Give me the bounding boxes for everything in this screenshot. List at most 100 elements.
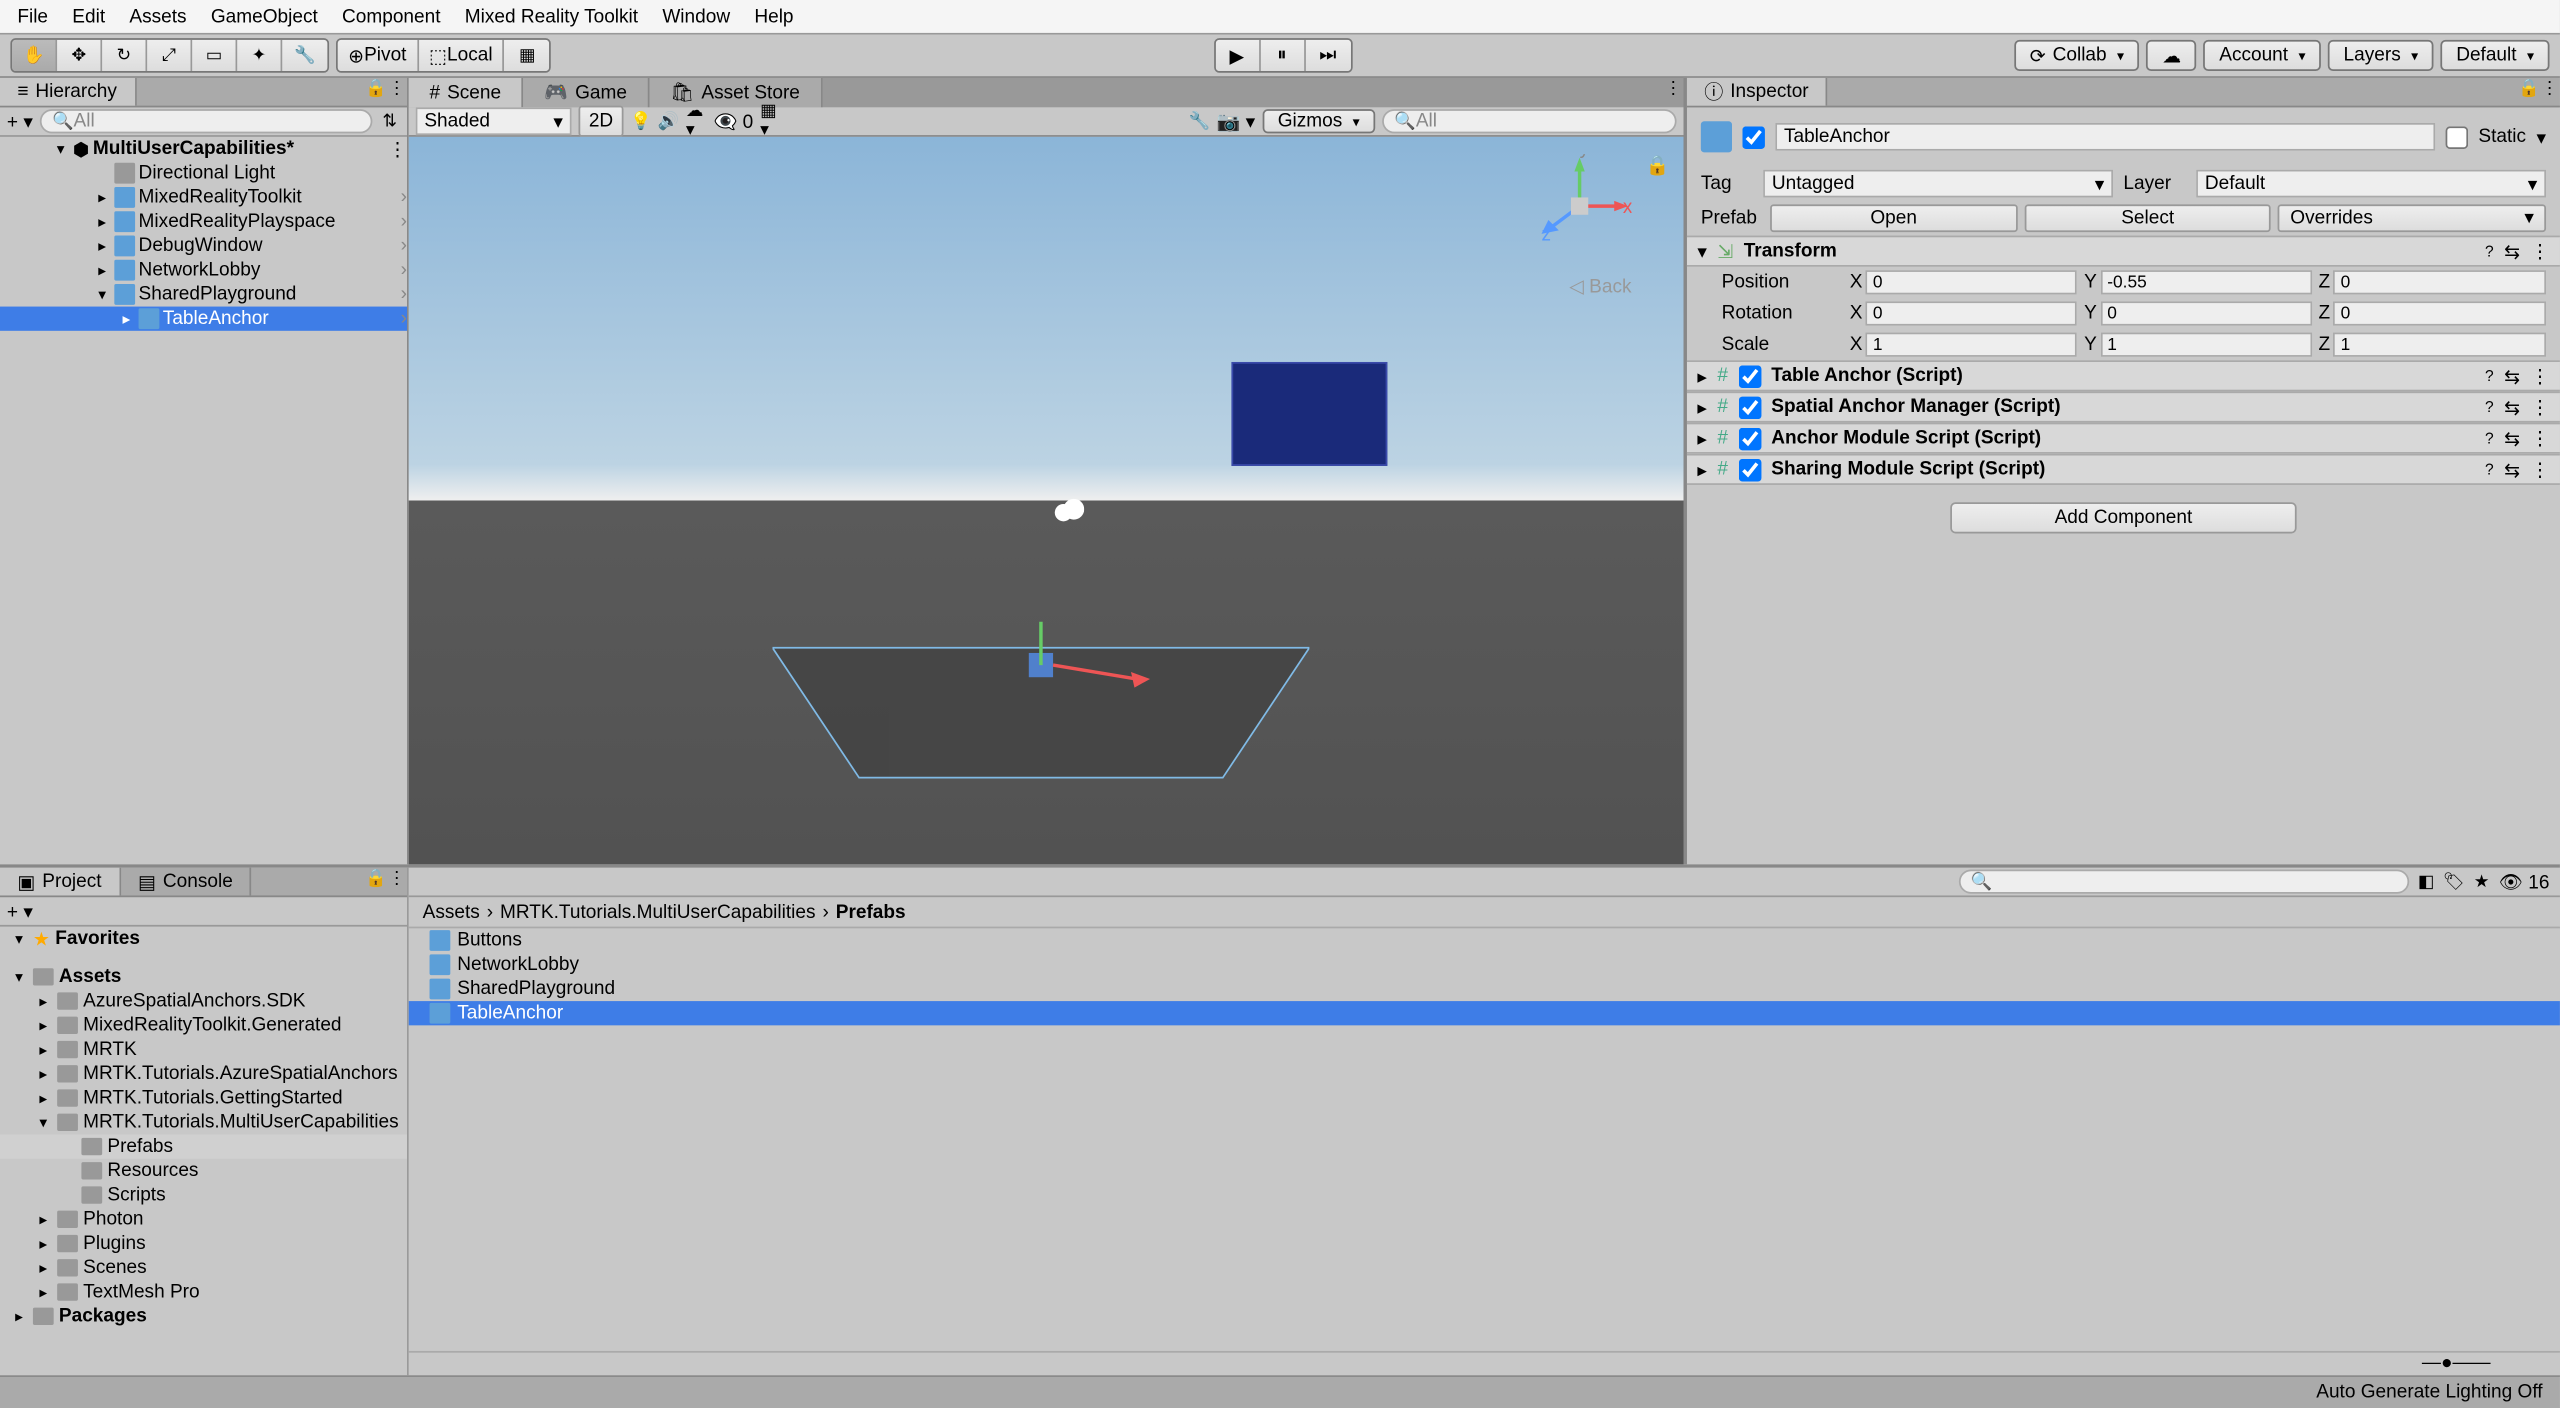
lock-icon[interactable]: 🔒 (365, 868, 386, 889)
local-button[interactable]: ⬚ Local (419, 40, 505, 71)
component-menu[interactable] (2530, 240, 2549, 263)
menu-edit[interactable]: Edit (62, 3, 116, 31)
component-enabled-checkbox[interactable] (1738, 365, 1761, 388)
position-z[interactable] (2334, 270, 2546, 294)
rotation-y[interactable] (2100, 301, 2311, 325)
hierarchy-item-tableanchor[interactable]: ▸TableAnchor› (0, 307, 407, 331)
preset-icon[interactable]: ⇆ (2504, 458, 2520, 481)
scene-search[interactable]: 🔍 All (1382, 109, 1676, 133)
2d-toggle[interactable]: 2D (578, 106, 623, 137)
component-sharing-module-script-script-[interactable]: ▸#Sharing Module Script (Script)⇆ (1687, 454, 2560, 485)
project-menu[interactable] (386, 868, 407, 889)
menu-gameobject[interactable]: GameObject (200, 3, 328, 31)
account-dropdown[interactable]: Account (2204, 40, 2321, 71)
breadcrumb-assets[interactable]: Assets (423, 902, 480, 923)
light-icon[interactable]: 💡 (630, 111, 651, 132)
prefab-overrides-dropdown[interactable]: Overrides▾ (2278, 204, 2546, 232)
project-tree-mrtk-tutorials-azurespatialanchors[interactable]: ▸MRTK.Tutorials.AzureSpatialAnchors (0, 1062, 407, 1086)
layers-dropdown[interactable]: Layers (2328, 40, 2434, 71)
scale-tool-button[interactable]: ⤢ (147, 40, 192, 71)
static-checkbox[interactable] (2446, 126, 2469, 149)
project-search[interactable]: 🔍 (1958, 869, 2408, 893)
layer-dropdown[interactable]: Default▾ (2196, 170, 2546, 198)
camera-dropdown[interactable]: 📷 ▾ (1217, 110, 1256, 133)
orientation-gizmo[interactable]: y x z (1528, 154, 1632, 258)
tag-dropdown[interactable]: Untagged▾ (1763, 170, 2113, 198)
project-tree-resources[interactable]: Resources (0, 1159, 407, 1183)
active-checkbox[interactable] (1742, 126, 1765, 149)
layout-dropdown[interactable]: Default (2441, 40, 2550, 71)
prefab-select-button[interactable]: Select (2024, 204, 2271, 232)
transform-tool-button[interactable]: ✦ (237, 40, 282, 71)
component-table-anchor-script-[interactable]: ▸#Table Anchor (Script)⇆ (1687, 360, 2560, 391)
hierarchy-scene-root[interactable]: ▾⬢ MultiUserCapabilities* (0, 137, 407, 161)
custom-tool-button[interactable]: 🔧 (282, 40, 327, 71)
project-tree-textmesh-pro[interactable]: ▸TextMesh Pro (0, 1280, 407, 1304)
component-enabled-checkbox[interactable] (1738, 427, 1761, 450)
menu-mrtk[interactable]: Mixed Reality Toolkit (454, 3, 648, 31)
cloud-button[interactable]: ☁ (2146, 40, 2196, 71)
prefab-open-button[interactable]: Open (1770, 204, 2017, 232)
gizmos-dropdown[interactable]: Gizmos (1262, 109, 1375, 133)
move-tool-button[interactable]: ✥ (57, 40, 102, 71)
fx-icon[interactable]: ☁ ▾ (686, 111, 707, 132)
hierarchy-item-directional-light[interactable]: Directional Light (0, 161, 407, 185)
inspector-menu[interactable] (2539, 78, 2560, 99)
component-enabled-checkbox[interactable] (1738, 396, 1761, 419)
scale-z[interactable] (2334, 333, 2546, 357)
component-menu[interactable] (2530, 365, 2549, 388)
project-tree-packages[interactable]: ▸Packages (0, 1304, 407, 1328)
project-tree-mrtk-tutorials-multiusercapabilities[interactable]: ▾MRTK.Tutorials.MultiUserCapabilities (0, 1110, 407, 1134)
slider-handle[interactable]: —●—— (2422, 1353, 2491, 1376)
hierarchy-tab[interactable]: ≡Hierarchy (0, 78, 136, 106)
project-tree-scenes[interactable]: ▸Scenes (0, 1256, 407, 1280)
scale-y[interactable] (2100, 333, 2311, 357)
hidden-objects[interactable]: 👁‍🗨 0 (714, 110, 754, 133)
tab-game[interactable]: 🎮Game (524, 78, 650, 107)
menu-component[interactable]: Component (332, 3, 451, 31)
project-tree-azurespatialanchors-sdk[interactable]: ▸AzureSpatialAnchors.SDK (0, 989, 407, 1013)
back-button[interactable]: ◁ Back (1569, 275, 1631, 298)
scene-menu-icon[interactable] (388, 138, 407, 161)
label-icon[interactable]: 🏷 (2443, 871, 2464, 892)
component-menu[interactable] (2530, 458, 2549, 481)
create-dropdown[interactable]: + ▾ (7, 110, 33, 133)
project-tree-prefabs[interactable]: Prefabs (0, 1134, 407, 1158)
breadcrumb-folder[interactable]: MRTK.Tutorials.MultiUserCapabilities (500, 902, 816, 923)
component-menu[interactable] (2530, 396, 2549, 419)
asset-buttons[interactable]: Buttons (409, 928, 2560, 952)
star-filter-icon[interactable]: ★ (2471, 871, 2492, 892)
preset-icon[interactable]: ⇆ (2504, 396, 2520, 419)
pause-button[interactable]: ⏸ (1260, 40, 1305, 71)
help-icon[interactable] (2485, 459, 2494, 480)
hierarchy-item-networklobby[interactable]: ▸NetworkLobby› (0, 258, 407, 282)
lighting-status[interactable]: Auto Generate Lighting Off (2316, 1382, 2542, 1403)
panel-menu-button[interactable] (386, 78, 407, 99)
inspector-tab[interactable]: ⓘInspector (1687, 78, 1828, 106)
asset-sharedplayground[interactable]: SharedPlayground (409, 977, 2560, 1001)
step-button[interactable]: ⏭ (1305, 40, 1350, 71)
add-component-button[interactable]: Add Component (1950, 502, 2296, 533)
project-tree-assets[interactable]: ▾Assets (0, 965, 407, 989)
hierarchy-item-sharedplayground[interactable]: ▾SharedPlayground› (0, 282, 407, 306)
component-menu[interactable] (2530, 427, 2549, 450)
help-icon[interactable] (2485, 365, 2494, 386)
debug-window-object[interactable] (1231, 362, 1387, 466)
position-x[interactable] (1866, 270, 2077, 294)
asset-tableanchor[interactable]: TableAnchor (409, 1001, 2560, 1025)
help-icon[interactable] (2485, 397, 2494, 418)
iso-lock-icon[interactable]: 🔒 (1646, 154, 1670, 177)
collab-dropdown[interactable]: ⟳ Collab (2014, 40, 2139, 71)
component-spatial-anchor-manager-script-[interactable]: ▸#Spatial Anchor Manager (Script)⇆ (1687, 391, 2560, 422)
hierarchy-item-mixedrealitytoolkit[interactable]: ▸MixedRealityToolkit› (0, 185, 407, 209)
menu-help[interactable]: Help (744, 3, 804, 31)
rotation-x[interactable] (1866, 301, 2077, 325)
project-tree-mixedrealitytoolkit-generated[interactable]: ▸MixedRealityToolkit.Generated (0, 1013, 407, 1037)
tools-icon[interactable]: 🔧 (1189, 111, 1210, 132)
snap-button[interactable]: ▦ (505, 40, 550, 71)
component-enabled-checkbox[interactable] (1738, 458, 1761, 481)
scene-panel-menu[interactable] (1663, 78, 1684, 99)
hierarchy-search[interactable]: 🔍 All (40, 109, 373, 133)
preset-icon[interactable]: ⇆ (2504, 240, 2520, 263)
favorites-root[interactable]: ▾★Favorites (0, 927, 407, 951)
